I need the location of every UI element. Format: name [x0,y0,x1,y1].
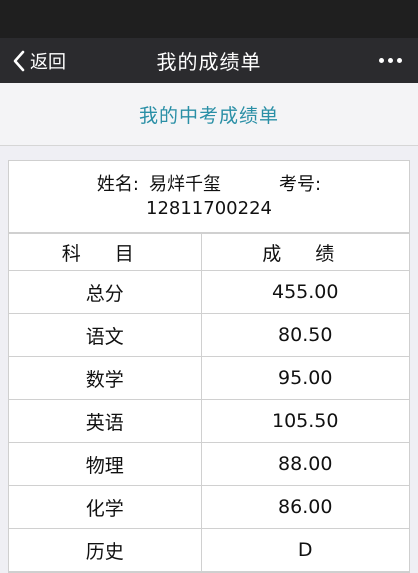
score-cell: 80.50 [200,313,409,357]
table-row: 总分 455.00 [9,270,409,314]
table-row: 语文 80.50 [9,313,409,357]
score-card: 姓名: 易烊千玺 考号: 12811700224 科 目 成 绩 总分 455.… [8,160,410,573]
subject-cell: 历史 [9,528,202,572]
chevron-left-icon [13,50,25,71]
table-row: 英语 105.50 [9,399,409,443]
exam-no-label: 考号: [279,174,322,195]
nav-bar: 返回 我的成绩单 [0,38,418,83]
score-header: 成 绩 [200,233,409,271]
subject-cell: 数学 [9,356,202,400]
subject-cell: 化学 [9,485,202,529]
subject-header: 科 目 [9,233,202,271]
page-title: 我的成绩单 [156,50,262,74]
more-button[interactable] [379,38,402,83]
score-cell: D [200,528,409,572]
name-label: 姓名: [96,174,139,195]
student-name: 易烊千玺 [149,174,221,195]
status-bar [0,0,418,38]
more-icon [379,58,384,63]
subject-cell: 总分 [9,270,202,314]
student-info: 姓名: 易烊千玺 考号: 12811700224 [9,161,409,233]
page-heading: 我的中考成绩单 [138,104,279,127]
score-cell: 86.00 [200,485,409,529]
score-cell: 105.50 [200,399,409,443]
back-button[interactable]: 返回 [12,38,66,83]
table-row: 数学 95.00 [9,356,409,400]
page-heading-bar: 我的中考成绩单 [0,83,418,146]
score-table: 科 目 成 绩 总分 455.00 语文 80.50 数学 95.00 英语 1… [9,233,409,572]
score-cell: 88.00 [200,442,409,486]
table-row: 历史 D [9,528,409,572]
table-row: 物理 88.00 [9,442,409,486]
subject-cell: 语文 [9,313,202,357]
back-label: 返回 [30,51,66,73]
table-row: 化学 86.00 [9,485,409,529]
score-cell: 95.00 [200,356,409,400]
score-cell: 455.00 [200,270,409,314]
subject-cell: 物理 [9,442,202,486]
exam-number: 12811700224 [146,198,272,219]
table-header-row: 科 目 成 绩 [9,233,409,271]
subject-cell: 英语 [9,399,202,443]
